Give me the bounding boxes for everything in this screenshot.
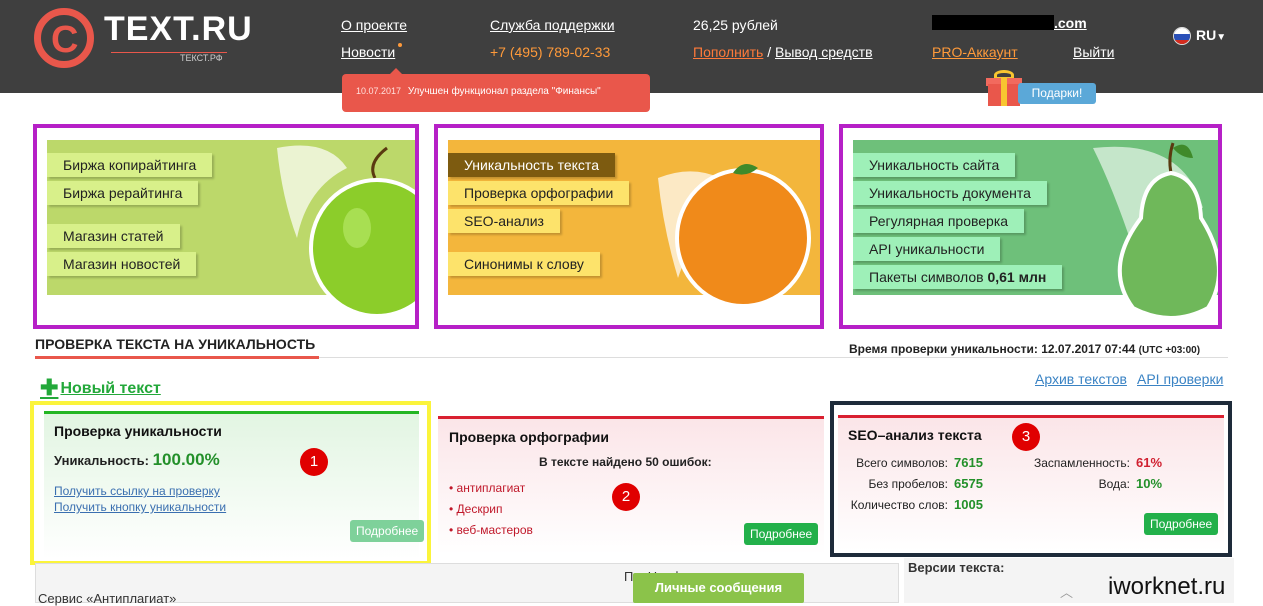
spelling-error-item[interactable]: Дескрип	[449, 502, 503, 516]
marker-badge-3: 3	[1012, 423, 1040, 451]
get-button-link[interactable]: Получить кнопку уникальности	[54, 500, 226, 514]
uniqueness-value: 100.00%	[152, 450, 220, 469]
uniqueness-card-inner: Проверка уникальности Уникальность: 100.…	[44, 411, 425, 559]
logo-icon[interactable]: C	[34, 8, 94, 68]
get-check-link[interactable]: Получить ссылку на проверку	[54, 484, 220, 498]
spelling-card: Проверка орфографии В тексте найдено 50 …	[438, 412, 824, 554]
symbol-packages-label: Пакеты символов	[869, 269, 984, 285]
spelling-more-button[interactable]: Подробнее	[744, 523, 819, 545]
news-indicator-dot	[398, 43, 402, 47]
tag-symbol-packages[interactable]: Пакеты символов 0,61 млн	[853, 265, 1063, 289]
spelling-card-inner: Проверка орфографии В тексте найдено 50 …	[438, 416, 824, 554]
water-value: 10%	[1136, 476, 1163, 491]
spelling-card-title: Проверка орфографии	[449, 429, 609, 445]
check-time-zone: (UTC +03:00)	[1138, 345, 1201, 356]
phone-number: +7 (495) 789-02-33	[490, 44, 611, 60]
plus-icon: ✚	[40, 375, 59, 400]
banner-copywriting[interactable]: Биржа копирайтинга Биржа рерайтинга Мага…	[33, 124, 419, 329]
tag-document-uniqueness[interactable]: Уникальность документа	[853, 181, 1047, 205]
topup-link[interactable]: Пополнить	[693, 44, 763, 60]
tag-spell-check[interactable]: Проверка орфографии	[448, 181, 630, 205]
new-text-label: Новый текст	[60, 380, 161, 397]
chevron-down-icon: ▼	[1216, 32, 1227, 43]
separator-text: /	[763, 44, 776, 60]
news-popup[interactable]: 10.07.2017 Улучшен функционал раздела "Ф…	[342, 68, 650, 112]
seo-more-button[interactable]: Подробнее	[1144, 513, 1219, 535]
tag-api-uniqueness[interactable]: API уникальности	[853, 237, 1001, 261]
masked-email	[932, 15, 1054, 30]
spelling-error-item[interactable]: антиплагиат	[449, 481, 526, 495]
account-email-link[interactable]: .com	[1054, 15, 1087, 31]
logo-text[interactable]: TEXT.RU	[104, 10, 253, 49]
archive-link[interactable]: Архив текстов	[1035, 371, 1127, 387]
tag-news-store[interactable]: Магазин новостей	[47, 252, 197, 276]
no-spaces-label: Без пробелов:	[868, 477, 949, 491]
banner-site-uniqueness[interactable]: Уникальность сайта Уникальность документ…	[839, 124, 1222, 329]
banner-uniqueness[interactable]: Уникальность текста Проверка орфографии …	[434, 124, 824, 329]
marker-badge-1: 1	[300, 448, 328, 476]
gifts-button[interactable]: Подарки!	[1018, 83, 1096, 104]
language-label: RU	[1196, 27, 1217, 43]
tag-articles-store[interactable]: Магазин статей	[47, 224, 180, 248]
tag-seo-analysis[interactable]: SEO-анализ	[448, 209, 560, 233]
tag-copywriting-exchange[interactable]: Биржа копирайтинга	[47, 153, 213, 177]
messages-button[interactable]: Личные сообщения	[633, 573, 804, 603]
tag-synonyms[interactable]: Синонимы к слову	[448, 252, 600, 276]
marker-badge-2: 2	[612, 483, 640, 511]
uniqueness-row: Уникальность: 100.00%	[54, 450, 220, 470]
watermark: iworknet.ru	[1108, 573, 1226, 600]
total-chars-label: Всего символов:	[856, 456, 948, 470]
uniqueness-card-title: Проверка уникальности	[54, 423, 222, 439]
logo-subtitle: ТЕКСТ.РФ	[180, 53, 223, 63]
tag-regular-check[interactable]: Регулярная проверка	[853, 209, 1025, 233]
news-link[interactable]: Новости	[341, 44, 395, 60]
news-popup-text: Улучшен функционал раздела "Финансы"	[407, 86, 601, 97]
about-link[interactable]: О проекте	[341, 17, 407, 33]
seo-card-inner: SEO–анализ текста 3 Всего символов: 7615…	[838, 415, 1224, 551]
section-title: ПРОВЕРКА ТЕКСТА НА УНИКАЛЬНОСТЬ	[35, 336, 316, 352]
check-time: Время проверки уникальности: 12.07.2017 …	[849, 342, 1200, 356]
service-label: Сервис «Антиплагиат»	[38, 591, 177, 606]
tag-site-uniqueness[interactable]: Уникальность сайта	[853, 153, 1016, 177]
withdraw-link[interactable]: Вывод средств	[775, 44, 873, 60]
spam-label: Заспамленность:	[1033, 456, 1130, 470]
word-count-value: 1005	[954, 497, 983, 512]
pro-account-link[interactable]: PRO-Аккаунт	[932, 44, 1018, 60]
russia-flag-icon[interactable]	[1173, 27, 1191, 45]
no-spaces-value: 6575	[954, 476, 983, 491]
seo-card: SEO–анализ текста 3 Всего символов: 7615…	[830, 401, 1232, 557]
language-select[interactable]: RU▼	[1196, 27, 1226, 43]
gift-icon[interactable]	[986, 70, 1022, 106]
apple-icon	[277, 145, 415, 318]
spelling-summary: В тексте найдено 50 ошибок:	[539, 455, 712, 469]
water-label: Вода:	[1098, 477, 1130, 491]
support-link[interactable]: Служба поддержки	[490, 17, 615, 33]
logout-link[interactable]: Выйти	[1073, 44, 1114, 60]
uniqueness-more-button[interactable]: Подробнее	[350, 520, 425, 542]
pear-icon	[1093, 142, 1218, 320]
balance-value: 26,25 рублей	[693, 17, 778, 33]
section-underline	[35, 356, 319, 359]
symbol-packages-amount: 0,61 млн	[987, 269, 1047, 285]
check-time-label: Время проверки уникальности: 12.07.2017 …	[849, 342, 1136, 356]
uniqueness-label: Уникальность:	[54, 453, 149, 468]
word-count-label: Количество слов:	[850, 498, 948, 512]
new-text-button[interactable]: ✚ Новый текст	[40, 375, 161, 401]
versions-label: Версии текста:	[908, 560, 1005, 575]
tag-text-uniqueness[interactable]: Уникальность текста	[448, 153, 615, 177]
spelling-error-item[interactable]: веб-мастеров	[449, 523, 533, 537]
uniqueness-card: Проверка уникальности Уникальность: 100.…	[30, 401, 431, 565]
api-link[interactable]: API проверки	[1137, 371, 1223, 387]
tag-rewriting-exchange[interactable]: Биржа рерайтинга	[47, 181, 199, 205]
seo-card-title: SEO–анализ текста	[848, 427, 982, 443]
chevron-up-icon[interactable]: ︿	[1060, 582, 1073, 601]
total-chars-value: 7615	[954, 455, 983, 470]
news-popup-date: 10.07.2017	[356, 86, 402, 96]
orange-icon	[658, 164, 811, 308]
spam-value: 61%	[1136, 455, 1163, 470]
